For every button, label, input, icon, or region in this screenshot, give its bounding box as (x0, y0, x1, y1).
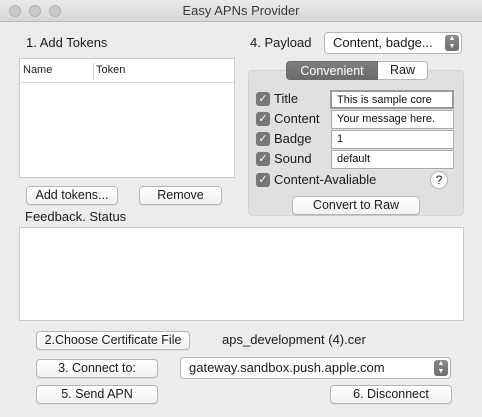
content-available-checkbox[interactable]: ✓ (256, 173, 270, 187)
title-bar: Easy APNs Provider (0, 0, 482, 22)
payload-label: 4. Payload (250, 35, 312, 50)
payload-type-popup[interactable]: Content, badge... ▲ ▼ (324, 32, 462, 54)
feedback-status-area[interactable] (19, 227, 464, 321)
content-label: Content (274, 111, 320, 126)
tokens-table[interactable]: Name Token (19, 58, 235, 178)
title-checkbox[interactable]: ✓ (256, 92, 270, 106)
sound-label: Sound (274, 151, 312, 166)
sound-checkbox[interactable]: ✓ (256, 152, 270, 166)
content-available-label: Content-Avaliable (274, 172, 377, 187)
choose-certificate-button[interactable]: 2.Choose Certificate File (36, 331, 190, 350)
payload-type-value: Content, badge... (333, 35, 433, 50)
disconnect-button[interactable]: 6. Disconnect (330, 385, 452, 404)
remove-token-button[interactable]: Remove (139, 186, 222, 205)
popup-arrows-icon: ▲ ▼ (434, 360, 448, 376)
content-field[interactable]: Your message here. (331, 110, 454, 129)
popup-arrows-icon: ▲ ▼ (445, 35, 459, 51)
badge-field[interactable]: 1 (331, 130, 454, 149)
certificate-filename: aps_development (4).cer (222, 332, 366, 347)
title-label: Title (274, 91, 299, 106)
badge-label: Badge (274, 131, 312, 146)
column-header-name[interactable]: Name (23, 64, 52, 76)
convert-to-raw-button[interactable]: Convert to Raw (292, 196, 420, 215)
feedback-label: Feedback. Status (25, 209, 127, 224)
connect-to-button[interactable]: 3. Connect to: (36, 359, 158, 378)
tokens-section-label: 1. Add Tokens (26, 35, 108, 50)
column-header-token[interactable]: Token (96, 64, 125, 76)
server-value: gateway.sandbox.push.apple.com (189, 360, 385, 375)
content-checkbox[interactable]: ✓ (256, 112, 270, 126)
sound-field[interactable]: default (331, 150, 454, 169)
tab-convenient[interactable]: Convenient (286, 61, 378, 80)
server-popup[interactable]: gateway.sandbox.push.apple.com ▲ ▼ (180, 357, 451, 379)
add-tokens-button[interactable]: Add tokens... (26, 186, 118, 205)
help-button[interactable]: ? (430, 171, 448, 189)
badge-checkbox[interactable]: ✓ (256, 132, 270, 146)
send-apn-button[interactable]: 5. Send APN (36, 385, 158, 404)
window-title: Easy APNs Provider (182, 3, 300, 18)
tokens-table-header: Name Token (20, 59, 234, 83)
tab-raw[interactable]: Raw (378, 61, 428, 80)
column-divider (93, 62, 94, 80)
title-field[interactable]: This is sample core (330, 90, 454, 109)
